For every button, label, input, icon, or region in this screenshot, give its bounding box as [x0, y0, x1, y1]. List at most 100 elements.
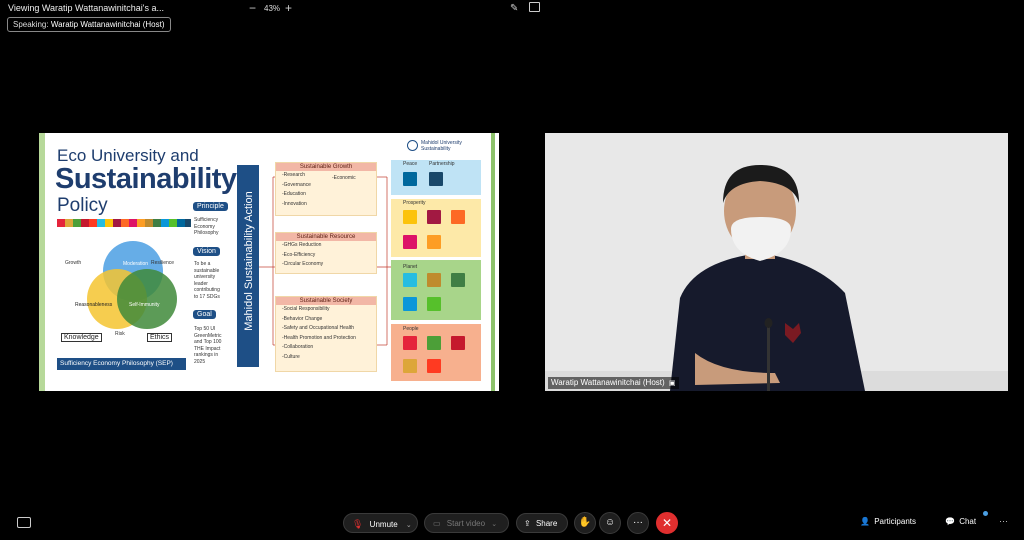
logo-text-2: Sustainability	[421, 146, 451, 152]
society-item-6: -Culture	[282, 353, 300, 360]
sdg-16-icon	[403, 172, 417, 186]
resource-item-2: -Eco-Efficiency	[282, 251, 316, 258]
growth-box: Sustainable Growth -Research -Governance…	[275, 162, 377, 216]
sdg-13-icon	[451, 273, 465, 287]
zoom-out-button[interactable]: −	[249, 1, 256, 15]
growth-item-3: -Education	[282, 191, 306, 197]
sdg-people-label: People	[403, 326, 419, 332]
resource-item-1: -GHGs Reduction	[282, 242, 322, 248]
chat-button[interactable]: 💬 Chat	[945, 517, 976, 526]
participant-info-icon[interactable]: ▣	[669, 380, 676, 387]
top-bar: Viewing Waratip Wattanawinitchai's a... …	[0, 0, 1024, 18]
resource-title: Sustainable Resource	[276, 233, 376, 241]
goal-label: Goal	[193, 310, 216, 319]
slide-title-line3: Policy	[57, 195, 108, 216]
unmute-label: Unmute	[369, 520, 398, 529]
participant-video-feed	[545, 133, 1008, 391]
sdg-panel-peace: Peace Partnership	[391, 160, 481, 195]
mic-muted-icon: 🎙	[352, 519, 364, 529]
society-item-4: -Health Promotion and Protection	[282, 334, 356, 341]
share-icon: ⇪	[524, 519, 531, 528]
zoom-in-button[interactable]: +	[285, 1, 292, 15]
sdg-panel-prosperity: Prosperity	[391, 199, 481, 257]
sdg-5-icon	[427, 359, 441, 373]
overflow-menu-button[interactable]: ···	[999, 516, 1008, 526]
venn-moderation: Moderation	[123, 261, 149, 267]
pop-out-icon[interactable]	[529, 2, 540, 12]
slide-title-line2: Sustainability	[55, 163, 237, 195]
chat-label: Chat	[959, 517, 977, 526]
goal-text-3: and Top 100	[194, 339, 222, 345]
chat-icon: 💬	[945, 517, 955, 526]
speaking-label: Speaking:	[13, 20, 49, 29]
annotate-icon[interactable]: ✎	[510, 3, 518, 14]
start-video-label: Start video	[446, 519, 486, 528]
slide-left-bar	[39, 133, 45, 391]
unmute-button[interactable]: 🎙 Unmute ⌄	[343, 513, 418, 533]
resource-item-3: -Circular Economy	[282, 261, 324, 267]
share-button[interactable]: ⇪ Share	[516, 513, 568, 533]
venn-growth: Growth	[65, 260, 82, 266]
sdg-15-icon	[427, 297, 441, 311]
sdg-10-icon	[403, 235, 417, 249]
chat-notification-dot	[983, 511, 988, 516]
sdg-partnership-label: Partnership	[429, 161, 455, 167]
speaking-indicator: Speaking: Waratip Wattanawinitchai (Host…	[7, 17, 171, 32]
venn-risk: Risk	[115, 331, 125, 337]
society-item-5: -Collaboration	[282, 344, 314, 350]
person-icon: 👤	[860, 517, 870, 526]
chevron-down-icon[interactable]: ⌄	[406, 522, 412, 529]
venn-resilience: Resilience	[151, 260, 175, 266]
start-video-button[interactable]: ▭ Start video ⌄	[424, 513, 509, 533]
mahidol-logo-icon	[407, 140, 418, 151]
participant-video[interactable]	[545, 133, 1008, 391]
sdg-12-icon	[427, 273, 441, 287]
window-title: Viewing Waratip Wattanawinitchai's a...	[8, 3, 164, 13]
sdg-peace-label: Peace	[403, 161, 418, 167]
society-item-1: -Social Responsibility	[282, 306, 330, 312]
venn-reasonableness: Reasonableness	[75, 302, 113, 308]
speaking-name: Waratip Wattanawinitchai (Host)	[50, 20, 165, 29]
raise-hand-icon[interactable]: ✋	[574, 512, 596, 534]
sdg-panel-people: People	[391, 324, 481, 381]
captions-icon[interactable]	[17, 517, 31, 528]
sep-banner: Sufficiency Economy Philosophy (SEP)	[57, 358, 186, 370]
more-options-button[interactable]: ···	[627, 512, 649, 534]
sdg-4-icon	[451, 336, 465, 350]
share-label: Share	[535, 519, 558, 528]
zoom-level: 43%	[264, 4, 281, 13]
ethics-label: Ethics	[147, 333, 173, 342]
end-call-button[interactable]: ✕	[656, 512, 678, 534]
growth-item-4: -Innovation	[282, 200, 307, 207]
vision-label: Vision	[193, 247, 220, 256]
growth-title: Sustainable Growth	[276, 163, 376, 171]
shared-slide: Eco University and Sustainability Policy…	[39, 133, 499, 391]
sdg-17-icon	[429, 172, 443, 186]
sdg-3-icon	[427, 336, 441, 350]
sdg-6-icon	[403, 273, 417, 287]
camera-off-icon: ▭	[433, 519, 441, 528]
sdg-planet-label: Planet	[403, 264, 418, 270]
society-item-2: -Behavior Change	[282, 315, 323, 322]
chevron-down-icon[interactable]: ⌄	[491, 521, 497, 528]
sdg-8-icon	[427, 210, 441, 224]
slide-right-bar	[491, 133, 495, 391]
principle-label: Principle	[193, 202, 228, 211]
reactions-icon[interactable]: ☺	[599, 512, 621, 534]
sdg-prosperity-label: Prosperity	[403, 200, 426, 206]
resource-box: Sustainable Resource -GHGs Reduction -Ec…	[275, 232, 377, 274]
more-options-label: ···	[633, 517, 643, 528]
participant-name-tag: Waratip Wattanawinitchai (Host) ▣	[548, 377, 679, 389]
sdg-2-icon	[403, 359, 417, 373]
growth-extra: -Economic	[332, 175, 356, 181]
participants-button[interactable]: 👤 Participants	[860, 517, 916, 526]
venn-self-immunity: Self-Immunity	[129, 302, 160, 308]
sdg-1-icon	[403, 336, 417, 350]
sdg-color-strip	[57, 219, 191, 227]
vision-text-6: to 17 SDGs	[194, 293, 220, 300]
knowledge-label: Knowledge	[61, 333, 102, 342]
goal-text-6: 2025	[194, 358, 206, 365]
sdg-9-icon	[451, 210, 465, 224]
sdg-11-icon	[427, 235, 441, 249]
sdg-7-icon	[403, 210, 417, 224]
